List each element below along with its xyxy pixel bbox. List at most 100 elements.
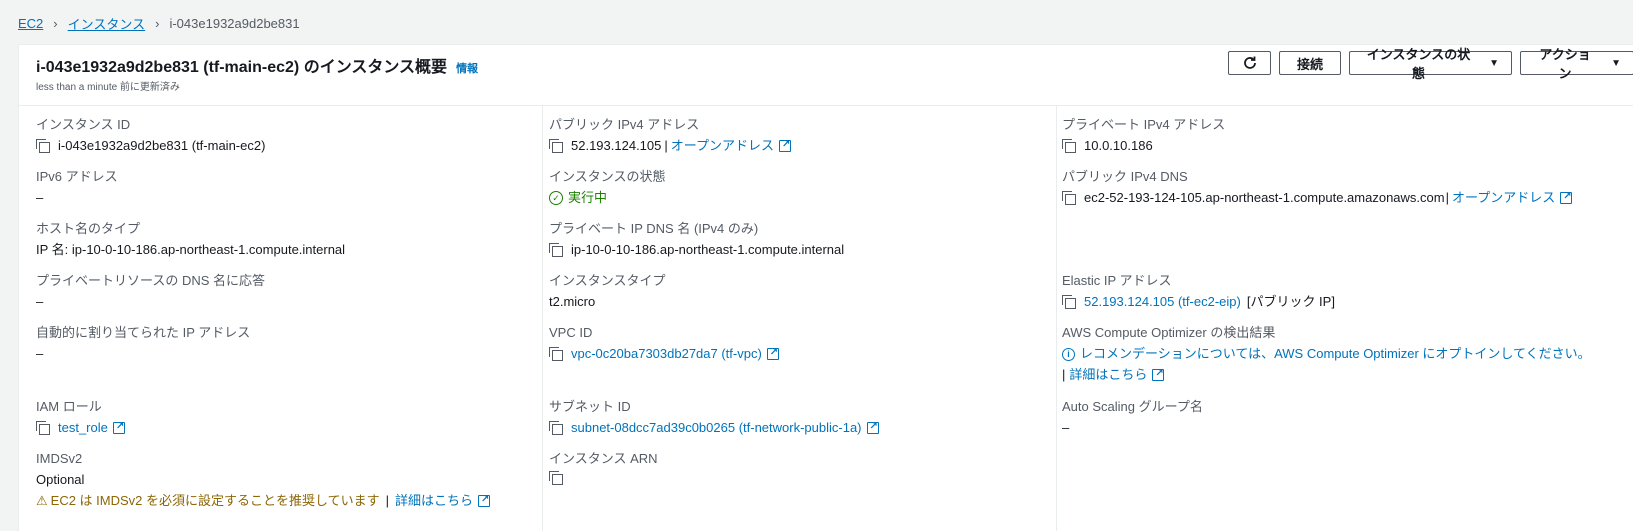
copy-icon[interactable] bbox=[549, 139, 563, 153]
subnet-id-label: サブネット ID bbox=[549, 399, 631, 414]
field-auto-ip: 自動的に割り当てられた IP アドレス – bbox=[36, 324, 250, 363]
auto-ip-label: 自動的に割り当てられた IP アドレス bbox=[36, 325, 251, 340]
copy-icon[interactable] bbox=[1062, 295, 1076, 309]
public-dns-open-link[interactable]: オープンアドレス bbox=[1452, 189, 1555, 207]
iam-role-label: IAM ロール bbox=[36, 399, 102, 414]
external-link-icon bbox=[866, 418, 879, 436]
instance-id-label: インスタンス ID bbox=[36, 117, 131, 132]
field-instance-id: インスタンス ID i-043e1932a9d2be831 (tf-main-e… bbox=[36, 116, 265, 155]
chevron-right-icon: › bbox=[155, 15, 160, 31]
private-dns-label: プライベート IP DNS 名 (IPv4 のみ) bbox=[549, 221, 759, 236]
field-iam-role: IAM ロール test_role bbox=[36, 398, 125, 437]
breadcrumb-current: i-043e1932a9d2be831 bbox=[169, 15, 300, 31]
imdsv2-warning-text: EC2 は IMDSv2 を必須に設定することを推奨しています bbox=[50, 493, 380, 508]
field-private-dns: プライベート IP DNS 名 (IPv4 のみ) ip-10-0-10-186… bbox=[549, 220, 844, 259]
field-vpc-id: VPC ID vpc-0c20ba7303db27da7 (tf-vpc) bbox=[549, 324, 779, 363]
field-dns-answer: プライベートリソースの DNS 名に応答 – bbox=[36, 272, 265, 311]
instance-type-value: t2.micro bbox=[549, 294, 596, 309]
last-updated-text: less than a minute 前に更新済み bbox=[36, 82, 180, 93]
subnet-id-link[interactable]: subnet-08dcc7ad39c0b0265 (tf-network-pub… bbox=[571, 419, 862, 437]
hostname-type-label: ホスト名のタイプ bbox=[36, 221, 141, 236]
caret-down-icon: ▼ bbox=[1611, 57, 1621, 69]
warning-icon: ⚠ bbox=[36, 493, 48, 508]
external-link-icon bbox=[478, 491, 491, 509]
external-link-icon bbox=[779, 136, 791, 154]
details-column-1: インスタンス ID i-043e1932a9d2be831 (tf-main-e… bbox=[19, 106, 543, 531]
public-dns-label: パブリック IPv4 DNS bbox=[1062, 169, 1188, 184]
details-column-2: パブリック IPv4 アドレス 52.193.124.105 | オープンアドレ… bbox=[543, 106, 1057, 531]
info-link[interactable]: 情報 bbox=[456, 60, 478, 76]
field-compute-optimizer: AWS Compute Optimizer の検出結果 i レコメンデーションに… bbox=[1062, 324, 1591, 384]
details-column-3: プライベート IPv4 アドレス 10.0.10.186 パブリック IPv4 … bbox=[1057, 106, 1633, 531]
connect-button[interactable]: 接続 bbox=[1279, 51, 1341, 75]
actions-dropdown[interactable]: アクション ▼ bbox=[1520, 47, 1633, 81]
caret-down-icon: ▼ bbox=[1489, 57, 1499, 69]
field-ipv6: IPv6 アドレス – bbox=[36, 168, 118, 207]
instance-summary-panel: i-043e1932a9d2be831 (tf-main-ec2) のインスタン… bbox=[18, 44, 1633, 531]
copy-icon[interactable] bbox=[549, 471, 563, 485]
header-actions: 接続 インスタンスの状態 ▼ アクション ▼ bbox=[1228, 47, 1633, 81]
public-ipv4-value: 52.193.124.105 bbox=[571, 138, 662, 153]
page-title: i-043e1932a9d2be831 (tf-main-ec2) のインスタン… bbox=[36, 59, 448, 76]
iam-role-link[interactable]: test_role bbox=[58, 419, 108, 437]
external-link-icon bbox=[766, 344, 779, 362]
public-ipv4-open-link[interactable]: オープンアドレス bbox=[671, 137, 774, 155]
instance-state-value: 実行中 bbox=[568, 190, 608, 205]
actions-label: アクション bbox=[1539, 47, 1591, 81]
refresh-icon bbox=[1243, 56, 1256, 69]
field-instance-type: インスタンスタイプ t2.micro bbox=[549, 272, 665, 311]
auto-ip-value: – bbox=[36, 346, 44, 361]
info-circle-icon: i bbox=[1062, 347, 1075, 361]
elastic-ip-suffix: [パブリック IP] bbox=[1246, 294, 1335, 309]
instance-state-label: インスタンスの状態 bbox=[1366, 47, 1471, 81]
imdsv2-label: IMDSv2 bbox=[36, 451, 83, 466]
ipv6-label: IPv6 アドレス bbox=[36, 169, 118, 184]
imdsv2-more-link[interactable]: 詳細はこちら bbox=[395, 492, 473, 510]
field-public-dns: パブリック IPv4 DNS ec2-52-193-124-105.ap-nor… bbox=[1062, 168, 1573, 207]
auto-scaling-group-value: – bbox=[1062, 420, 1070, 435]
breadcrumb-ec2-link[interactable]: EC2 bbox=[18, 16, 43, 31]
separator-pipe: | bbox=[385, 493, 390, 508]
compute-optimizer-more-link[interactable]: 詳細はこちら bbox=[1069, 366, 1147, 384]
public-ipv4-label: パブリック IPv4 アドレス bbox=[549, 117, 700, 132]
refresh-button[interactable] bbox=[1228, 51, 1271, 75]
chevron-right-icon: › bbox=[53, 15, 58, 31]
copy-icon[interactable] bbox=[549, 347, 563, 361]
external-link-icon bbox=[1152, 365, 1165, 383]
instance-state-dropdown[interactable]: インスタンスの状態 ▼ bbox=[1349, 47, 1512, 81]
public-dns-value: ec2-52-193-124-105.ap-northeast-1.comput… bbox=[1084, 190, 1445, 205]
instance-arn-label: インスタンス ARN bbox=[549, 451, 658, 466]
external-link-icon bbox=[1560, 188, 1573, 206]
copy-icon[interactable] bbox=[36, 421, 50, 435]
check-circle-icon: ✓ bbox=[549, 191, 563, 205]
copy-icon[interactable] bbox=[36, 139, 50, 153]
imdsv2-value: Optional bbox=[36, 472, 85, 487]
instance-type-label: インスタンスタイプ bbox=[549, 273, 666, 288]
vpc-id-link[interactable]: vpc-0c20ba7303db27da7 (tf-vpc) bbox=[571, 345, 762, 363]
field-public-ipv4: パブリック IPv4 アドレス 52.193.124.105 | オープンアドレ… bbox=[549, 116, 791, 155]
dns-answer-label: プライベートリソースの DNS 名に応答 bbox=[36, 273, 266, 288]
copy-icon[interactable] bbox=[1062, 139, 1076, 153]
elastic-ip-label: Elastic IP アドレス bbox=[1062, 273, 1172, 288]
field-imdsv2: IMDSv2 Optional ⚠ EC2 は IMDSv2 を必須に設定するこ… bbox=[36, 450, 491, 510]
field-elastic-ip: Elastic IP アドレス 52.193.124.105 (tf-ec2-e… bbox=[1062, 272, 1335, 311]
copy-icon[interactable] bbox=[549, 243, 563, 257]
breadcrumb-instances-link[interactable]: インスタンス bbox=[68, 14, 145, 33]
external-link-icon bbox=[112, 418, 125, 436]
panel-header: i-043e1932a9d2be831 (tf-main-ec2) のインスタン… bbox=[19, 45, 1633, 106]
copy-icon[interactable] bbox=[549, 421, 563, 435]
hostname-type-value: IP 名: ip-10-0-10-186.ap-northeast-1.comp… bbox=[36, 242, 346, 257]
field-instance-arn: インスタンス ARN bbox=[549, 450, 658, 485]
auto-scaling-group-label: Auto Scaling グループ名 bbox=[1062, 399, 1203, 414]
field-private-ipv4: プライベート IPv4 アドレス 10.0.10.186 bbox=[1062, 116, 1225, 155]
elastic-ip-link[interactable]: 52.193.124.105 (tf-ec2-eip) bbox=[1084, 293, 1241, 311]
field-hostname-type: ホスト名のタイプ IP 名: ip-10-0-10-186.ap-northea… bbox=[36, 220, 345, 259]
compute-optimizer-label: AWS Compute Optimizer の検出結果 bbox=[1062, 325, 1276, 340]
ipv6-value: – bbox=[36, 190, 44, 205]
private-ipv4-value: 10.0.10.186 bbox=[1084, 138, 1153, 153]
private-dns-value: ip-10-0-10-186.ap-northeast-1.compute.in… bbox=[571, 242, 845, 257]
instance-id-value: i-043e1932a9d2be831 (tf-main-ec2) bbox=[58, 138, 266, 153]
vpc-id-label: VPC ID bbox=[549, 325, 593, 340]
copy-icon[interactable] bbox=[1062, 191, 1076, 205]
compute-optimizer-opt-in-link[interactable]: レコメンデーションについては、AWS Compute Optimizer にオプ… bbox=[1080, 345, 1591, 363]
